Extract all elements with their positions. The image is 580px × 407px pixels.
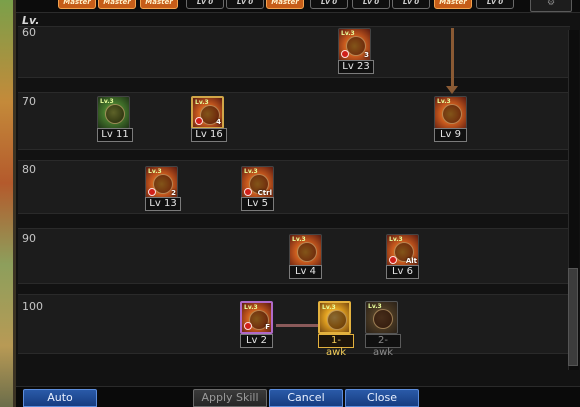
idol-skill-icon[interactable]: Lv.3 Alt [386,234,419,267]
level-row-60 [18,26,570,78]
skill-glyph [105,104,125,124]
skill-tier-tag: Lv.3 [389,236,403,243]
prerequisite-arrow [451,28,454,88]
skill-level-label: Lv 6 [386,265,419,279]
skill-level-label: Lv 9 [434,128,467,142]
skill-glyph [327,310,347,330]
skill-tier-tag: Lv.3 [244,168,258,175]
skill-glyph [346,36,366,56]
skill-glyph [442,104,462,124]
skill-tier-tag: Lv.3 [195,99,209,106]
level-chip[interactable]: Lv 0 [310,0,348,9]
level-chip[interactable]: Lv 0 [352,0,390,9]
auto-allocate-button[interactable]: Auto Allocate [23,389,97,407]
skill-category-strip: Master Master Master Lv 0 Lv 0 Master Lv 0 Lv 0… [16,0,580,13]
level-label: 90 [22,232,36,245]
skill-level-label: Lv 16 [191,128,227,142]
skill-window: Master Master Master Lv 0 Lv 0 Master Lv 0 Lv 0… [0,0,580,407]
skill-glyph [153,174,173,194]
hotkey-label: 4 [216,118,221,126]
skill-level-label: 2-awk [365,334,401,358]
master-chip[interactable]: Master [58,0,96,9]
skill-tier-tag: Lv.3 [437,98,451,105]
awakening-link [276,324,318,327]
level-chip[interactable]: Lv 0 [476,0,514,9]
skill-tier-tag: Lv.3 [341,30,355,37]
skill-tier-tag: Lv.3 [148,168,162,175]
apply-skill-button[interactable]: Apply Skill [193,389,267,407]
skill-level-label: Lv 13 [145,197,181,211]
skill-tier-tag: Lv.3 [292,236,306,243]
skill-level-label: Lv 11 [97,128,133,142]
hotkey-label: F [265,323,270,331]
level-chip[interactable]: Lv 0 [186,0,224,9]
settings-icon[interactable]: ⚙ [530,0,572,12]
skill-glyph [373,309,393,329]
master-chip[interactable]: Master [434,0,472,9]
master-chip[interactable]: Master [140,0,178,9]
lock-icon [389,256,397,264]
level-label: 100 [22,300,43,313]
scrollbar-thumb[interactable] [568,268,578,366]
skill-level-label: Lv 5 [241,197,274,211]
skill-level-label: 1-awk [318,334,354,358]
lock-icon [341,50,349,58]
gauntlet-skill-icon[interactable]: Lv.3 [365,301,398,334]
spiral-skill-icon[interactable]: Lv.3 [434,96,467,129]
totem-skill-icon[interactable]: Lv.3 2 [145,166,178,199]
level-row-80 [18,160,570,214]
skill-level-label: Lv 2 [240,334,273,348]
skill-level-label: Lv 23 [338,60,374,74]
hotkey-label: Alt [405,257,417,265]
skill-tier-tag: Lv.3 [322,304,336,311]
level-chip[interactable]: Lv 0 [226,0,264,9]
flame-warrior-skill-icon[interactable]: Lv.3 4 [191,96,224,129]
skill-glyph [297,242,317,262]
master-chip[interactable]: Master [98,0,136,9]
lock-icon [244,188,252,196]
hotkey-label: 2 [171,189,176,197]
flame-skill-icon[interactable]: Lv.3 3 [338,28,371,61]
hotkey-label: 3 [364,51,369,59]
master-chip[interactable]: Master [266,0,304,9]
skill-tier-tag: Lv.3 [368,303,382,310]
cancel-button[interactable]: Cancel [269,389,343,407]
level-label: 70 [22,95,36,108]
fist-skill-icon[interactable]: Lv.3 Ctrl [241,166,274,199]
lock-icon [244,322,252,330]
level-label: 80 [22,163,36,176]
fire-mage-skill-icon[interactable]: Lv.3 F [240,301,273,334]
skill-level-label: Lv 4 [289,265,322,279]
skill-tier-tag: Lv.3 [244,304,258,311]
lock-icon [148,188,156,196]
level-chip[interactable]: Lv 0 [392,0,430,9]
skill-tier-tag: Lv.3 [100,98,114,105]
hotkey-label: Ctrl [257,189,272,197]
skull-skill-icon[interactable]: Lv.3 [289,234,322,267]
arrow-head-icon [446,86,458,94]
burst-skill-icon[interactable]: Lv.3 [318,301,351,334]
green-mask-skill-icon[interactable]: Lv.3 [97,96,130,129]
lock-icon [195,117,203,125]
level-label: 60 [22,26,36,39]
close-button[interactable]: Close [345,389,419,407]
game-world-edge [0,0,16,407]
